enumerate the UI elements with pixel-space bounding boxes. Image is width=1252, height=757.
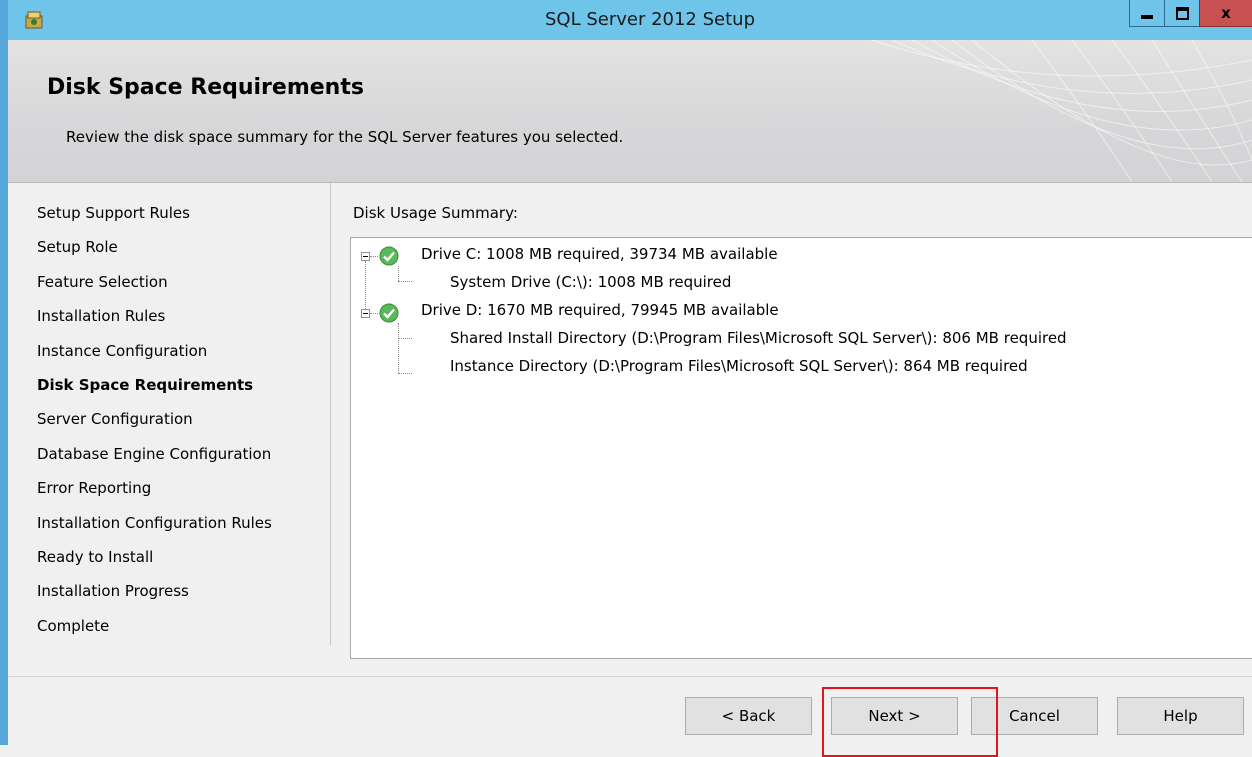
tree-connector — [398, 266, 399, 281]
setup-window: SQL Server 2012 Setup x Disk Space Requi… — [0, 0, 1252, 757]
nav-item-instance-configuration[interactable]: Instance Configuration — [37, 342, 207, 360]
page-header: Disk Space Requirements Review the disk … — [8, 40, 1252, 183]
nav-item-feature-selection[interactable]: Feature Selection — [37, 273, 168, 291]
page-subtitle: Review the disk space summary for the SQ… — [66, 128, 624, 146]
check-icon — [379, 246, 399, 266]
minimize-button[interactable] — [1129, 0, 1165, 27]
nav-item-complete[interactable]: Complete — [37, 617, 109, 635]
tree-row-system-drive[interactable]: System Drive (C:\): 1008 MB required — [450, 273, 731, 291]
tree-row-drive-d[interactable]: Drive D: 1670 MB required, 79945 MB avai… — [421, 301, 779, 319]
header-decoration — [871, 40, 1252, 182]
back-button[interactable]: < Back — [685, 697, 812, 735]
nav-item-installation-configuration-rules[interactable]: Installation Configuration Rules — [37, 514, 272, 532]
tree-connector — [398, 323, 399, 373]
tree-connector — [398, 338, 412, 339]
tree-connector — [370, 313, 378, 314]
help-button[interactable]: Help — [1117, 697, 1244, 735]
cancel-button[interactable]: Cancel — [971, 697, 1098, 735]
check-icon — [379, 303, 399, 323]
step-navigation: Setup Support Rules Setup Role Feature S… — [8, 183, 331, 645]
minimize-icon — [1141, 15, 1153, 19]
nav-item-error-reporting[interactable]: Error Reporting — [37, 479, 151, 497]
nav-item-setup-support-rules[interactable]: Setup Support Rules — [37, 204, 190, 222]
tree-row-drive-c[interactable]: Drive C: 1008 MB required, 39734 MB avai… — [421, 245, 778, 263]
tree-row-instance-directory[interactable]: Instance Directory (D:\Program Files\Mic… — [450, 357, 1028, 375]
maximize-button[interactable] — [1164, 0, 1200, 27]
collapse-drive-c-icon[interactable] — [361, 252, 370, 261]
tree-connector — [398, 281, 412, 282]
nav-item-installation-progress[interactable]: Installation Progress — [37, 582, 189, 600]
next-button[interactable]: Next > — [831, 697, 958, 735]
title-bar[interactable]: SQL Server 2012 Setup x — [8, 0, 1252, 40]
tree-connector — [365, 261, 366, 309]
close-button[interactable]: x — [1199, 0, 1252, 27]
nav-item-database-engine-configuration[interactable]: Database Engine Configuration — [37, 445, 271, 463]
page-title: Disk Space Requirements — [47, 75, 364, 100]
close-icon: x — [1221, 4, 1231, 22]
nav-item-disk-space-requirements[interactable]: Disk Space Requirements — [37, 376, 253, 394]
tree-row-shared-install-directory[interactable]: Shared Install Directory (D:\Program Fil… — [450, 329, 1067, 347]
nav-item-server-configuration[interactable]: Server Configuration — [37, 410, 193, 428]
nav-item-setup-role[interactable]: Setup Role — [37, 238, 118, 256]
nav-item-installation-rules[interactable]: Installation Rules — [37, 307, 165, 325]
disk-usage-tree[interactable]: Drive C: 1008 MB required, 39734 MB avai… — [350, 237, 1252, 659]
window-frame — [0, 0, 8, 745]
collapse-drive-d-icon[interactable] — [361, 309, 370, 318]
tree-connector — [398, 373, 412, 374]
disk-usage-summary-label: Disk Usage Summary: — [353, 204, 518, 222]
maximize-icon — [1175, 6, 1189, 20]
window-title: SQL Server 2012 Setup — [544, 9, 755, 30]
nav-item-ready-to-install[interactable]: Ready to Install — [37, 548, 153, 566]
footer-divider — [8, 676, 1252, 677]
tree-connector — [370, 256, 378, 257]
